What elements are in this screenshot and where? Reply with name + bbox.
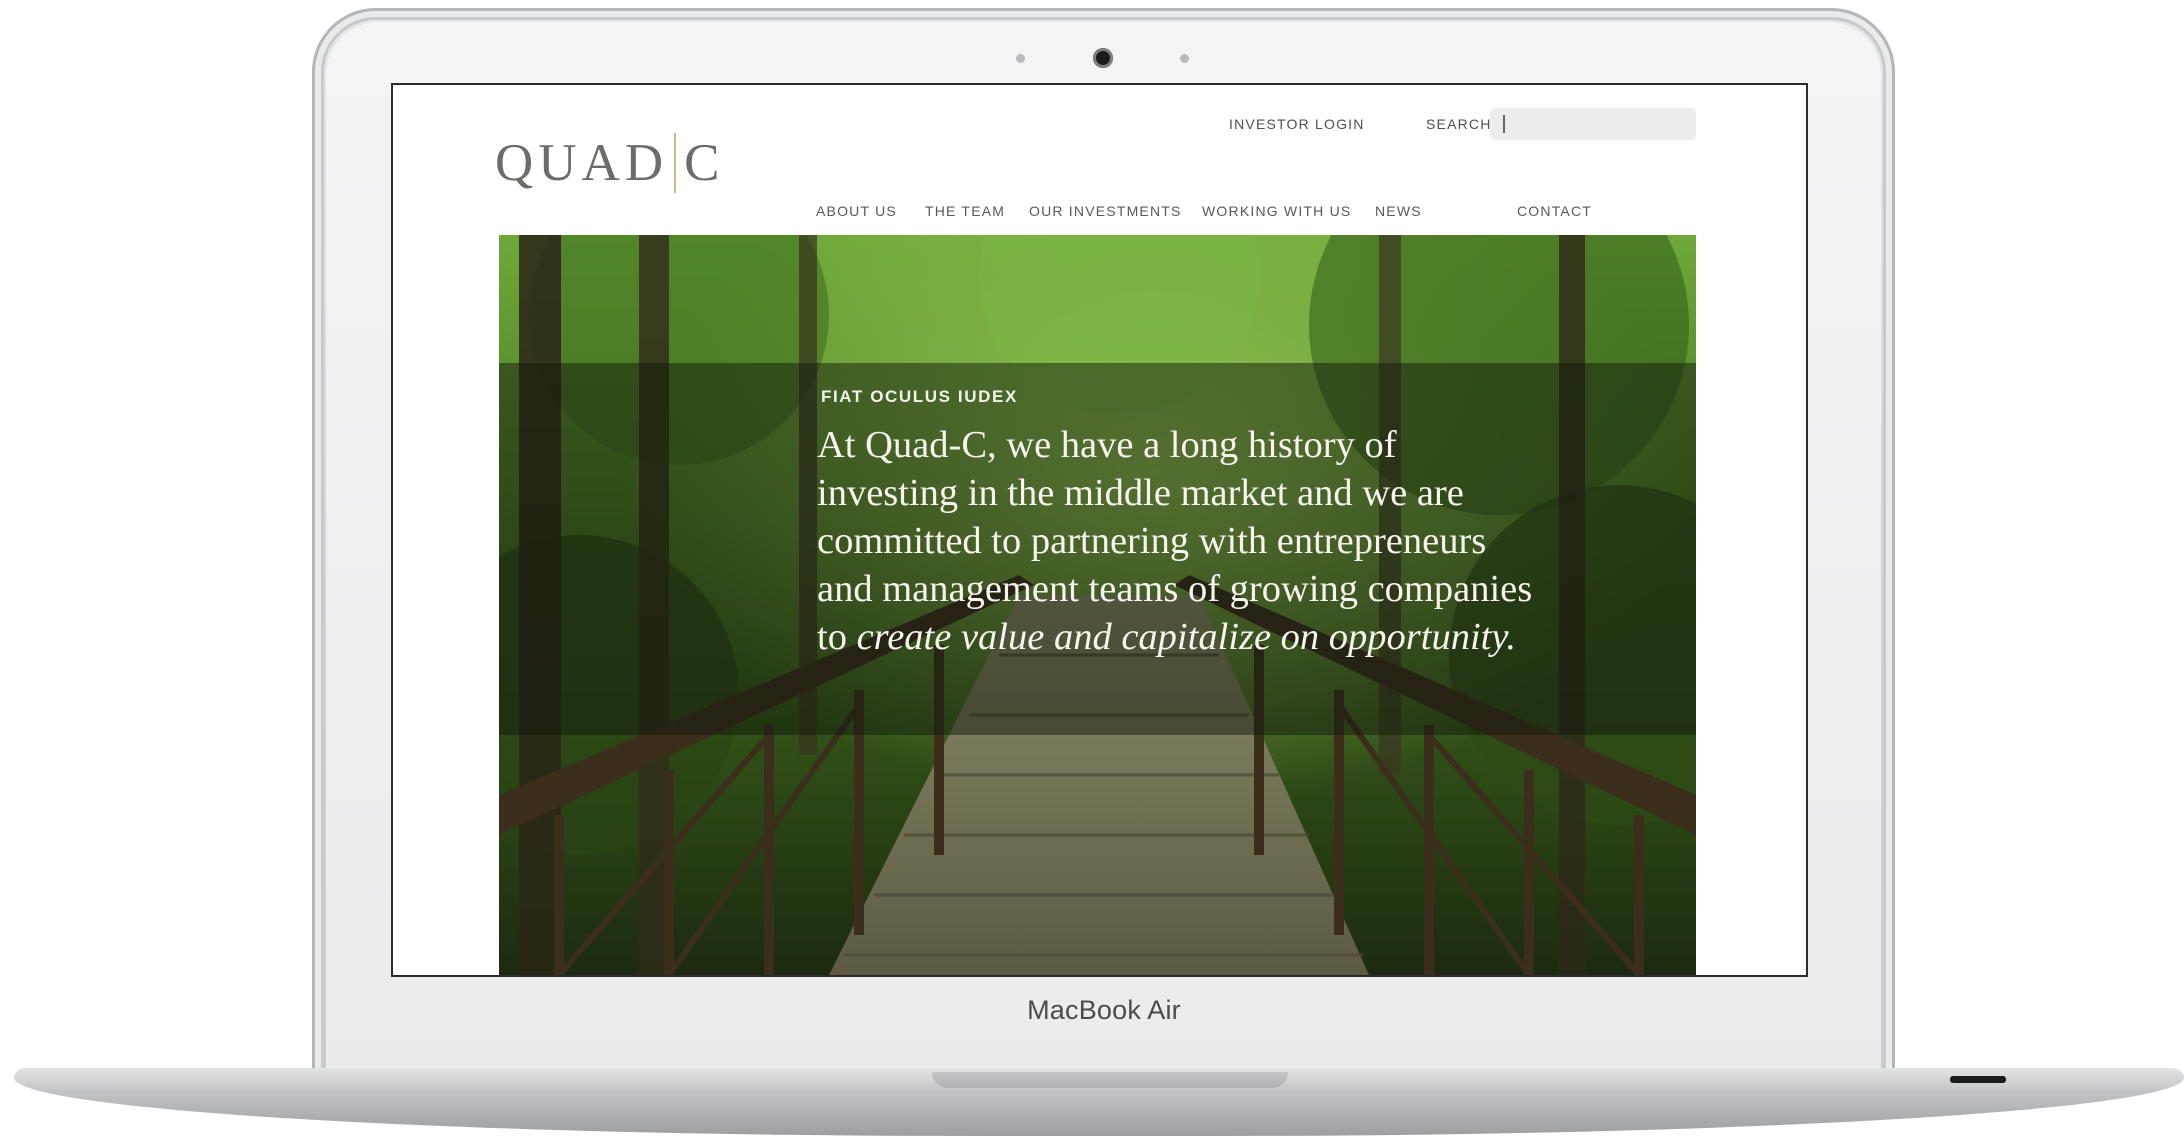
nav-working-with-us[interactable]: WORKING WITH US [1202,203,1351,219]
nav-about-us[interactable]: ABOUT US [816,203,897,219]
logo-text-c: C [684,134,725,192]
text-cursor [1503,115,1505,133]
search-label: SEARCH [1426,116,1492,132]
nav-the-team[interactable]: THE TEAM [925,203,1005,219]
nav-our-investments[interactable]: OUR INVESTMENTS [1029,203,1182,219]
investor-login-link[interactable]: INVESTOR LOGIN [1229,116,1365,132]
site-logo[interactable]: QUAD C [495,133,724,193]
hero-eyebrow: FIAT OCULUS IUDEX [821,387,1018,406]
hero-quote-emphasis: create value and capitalize on opportuni… [856,616,1516,658]
hero-banner: FIAT OCULUS IUDEX At Quad-C, we have a l… [499,235,1696,975]
ambient-sensor-right [1180,54,1189,63]
logo-text-quad: QUAD [495,134,669,192]
camera-icon [1093,48,1113,68]
search-input[interactable] [1490,108,1696,140]
website-screen: QUAD C INVESTOR LOGIN SEARCH ABOUT US TH… [393,85,1806,975]
main-nav: ABOUT US THE TEAM OUR INVESTMENTS WORKIN… [393,203,1806,223]
ambient-sensor-left [1016,54,1025,63]
nav-contact[interactable]: CONTACT [1517,203,1592,219]
logo-divider [674,133,677,193]
nav-news[interactable]: NEWS [1375,203,1422,219]
laptop-port [1950,1076,2006,1083]
device-brand-label: MacBook Air [1027,995,1181,1025]
hero-quote: At Quad-C, we have a long history of inv… [817,421,1537,661]
laptop-base-notch [932,1072,1288,1088]
